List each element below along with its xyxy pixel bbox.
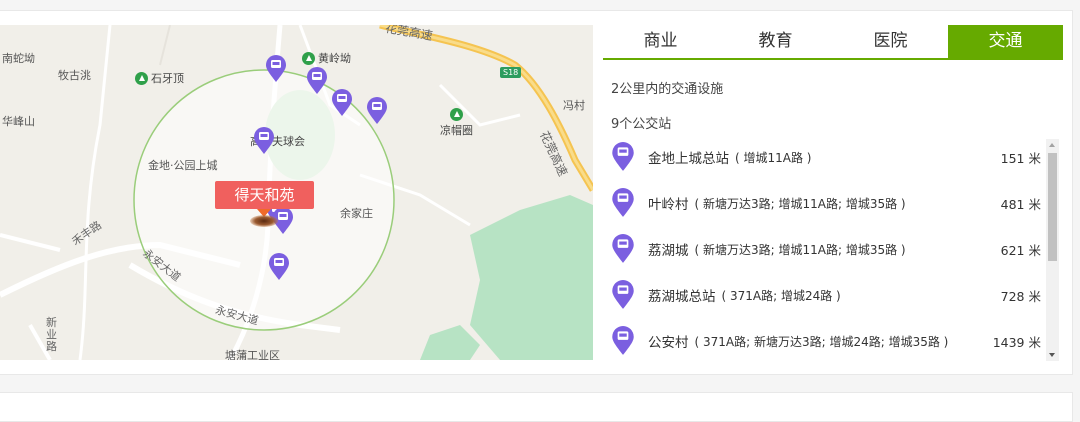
bus-stop-pin[interactable] xyxy=(265,55,287,83)
poi-stone-peak: 石牙顶 xyxy=(135,70,184,86)
bus-stop-pin[interactable] xyxy=(366,97,388,125)
scroll-up-arrow-icon[interactable] xyxy=(1049,143,1055,147)
facility-panel: 商业 教育 医院 交通 2公里内的交通设施 9个公交站 金地上城总站 ( 增城1… xyxy=(603,25,1063,365)
station-distance: 151 米 xyxy=(1000,150,1041,166)
tab-hospital[interactable]: 医院 xyxy=(833,25,948,58)
station-name: 叶岭村 xyxy=(648,197,689,213)
place-label: 塘蒲工业区 xyxy=(225,349,280,360)
station-distance: 728 米 xyxy=(1000,288,1041,304)
place-label: 牧古洮 xyxy=(58,69,91,82)
tab-business[interactable]: 商业 xyxy=(603,25,718,58)
road-label: 新业路 xyxy=(46,316,57,353)
station-distance: 621 米 xyxy=(1000,242,1041,258)
mountain-icon xyxy=(135,71,148,85)
bus-stop-pin-icon xyxy=(612,188,634,217)
station-routes: ( 新塘万达3路; 增城11A路; 增城35路 ) xyxy=(694,196,906,211)
center-location-icon xyxy=(250,215,278,227)
highway-sign: S18 xyxy=(500,67,522,78)
station-list: 金地上城总站 ( 增城11A路 ) 151 米 叶岭村 ( 新塘万达3路; 增城… xyxy=(603,137,1053,367)
bus-stop-pin[interactable] xyxy=(306,67,328,95)
bus-stop-pin-icon xyxy=(612,142,634,171)
mountain-icon xyxy=(302,51,315,65)
category-tabs: 商业 教育 医院 交通 xyxy=(603,25,1063,60)
list-item[interactable]: 公安村 ( 371A路; 新塘万达3路; 增城24路; 增城35路 ) 1439… xyxy=(611,323,1041,359)
bus-stop-pin-icon xyxy=(612,326,634,355)
tab-education[interactable]: 教育 xyxy=(718,25,833,58)
center-location-label[interactable]: 得天和苑 xyxy=(215,181,314,209)
station-routes: ( 371A路; 新塘万达3路; 增城24路; 增城35路 ) xyxy=(694,334,949,349)
poi-liangmao: 凉帽圈 xyxy=(440,108,473,138)
scrollbar-thumb[interactable] xyxy=(1048,153,1057,261)
place-label: 余家庄 xyxy=(340,207,373,220)
bus-stop-pin[interactable] xyxy=(253,127,275,155)
list-scrollbar[interactable] xyxy=(1046,139,1059,361)
station-routes: ( 增城11A路 ) xyxy=(735,150,812,165)
mountain-icon xyxy=(450,108,463,121)
bus-stop-pin[interactable] xyxy=(331,89,353,117)
list-item[interactable]: 叶岭村 ( 新塘万达3路; 增城11A路; 增城35路 ) 481 米 xyxy=(611,185,1041,221)
station-name: 金地上城总站 xyxy=(648,151,729,167)
place-label: 冯村 xyxy=(563,99,585,112)
station-routes: ( 新塘万达3路; 增城11A路; 增城35路 ) xyxy=(694,242,906,257)
facility-summary: 2公里内的交通设施 xyxy=(611,82,724,97)
place-label: 金地·公园上城 xyxy=(148,159,218,172)
station-name: 荔湖城总站 xyxy=(648,289,716,305)
scroll-down-arrow-icon[interactable] xyxy=(1049,353,1055,357)
bus-stop-pin-icon xyxy=(612,234,634,263)
list-item[interactable]: 金地上城总站 ( 增城11A路 ) 151 米 xyxy=(611,139,1041,175)
tab-transport[interactable]: 交通 xyxy=(948,25,1063,58)
map[interactable]: 南蛇坳 牧古洮 华峰山 金地·公园上城 余家庄 冯村 禾丰路 永安大道 永安大道… xyxy=(0,25,593,360)
place-label: 南蛇坳 xyxy=(2,52,35,65)
station-distance: 1439 米 xyxy=(992,334,1041,350)
list-item[interactable]: 荔湖城总站 ( 371A路; 增城24路 ) 728 米 xyxy=(611,277,1041,313)
next-section-card xyxy=(0,392,1073,422)
bus-stop-pin-icon xyxy=(612,280,634,309)
station-distance: 481 米 xyxy=(1000,196,1041,212)
place-label: 华峰山 xyxy=(2,115,35,128)
bus-stop-pin[interactable] xyxy=(268,253,290,281)
station-name: 公安村 xyxy=(648,335,689,351)
bus-stop-count: 9个公交站 xyxy=(611,117,672,132)
station-name: 荔湖城 xyxy=(648,243,689,259)
list-item[interactable]: 荔湖城 ( 新塘万达3路; 增城11A路; 增城35路 ) 621 米 xyxy=(611,231,1041,267)
station-routes: ( 371A路; 增城24路 ) xyxy=(721,288,841,303)
poi-huangling: 黄岭坳 xyxy=(302,50,351,66)
